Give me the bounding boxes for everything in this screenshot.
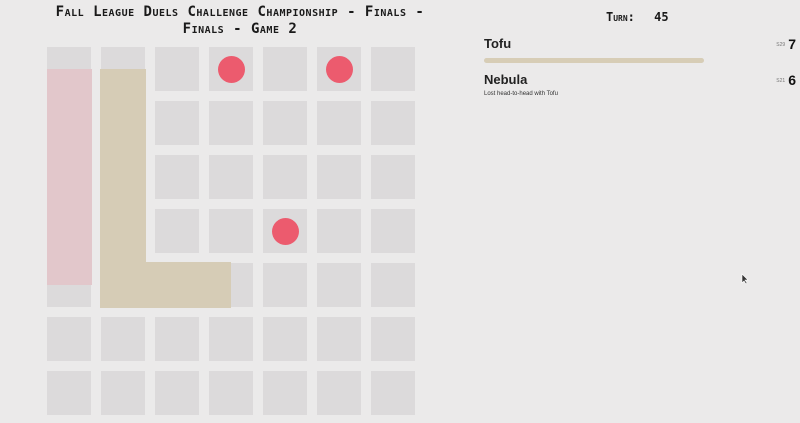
player-length-value: 6: [788, 72, 796, 88]
player-length-value: 7: [788, 36, 796, 52]
health-bar: [484, 58, 704, 63]
player-length-small: S21: [776, 78, 786, 85]
health-bar-fill: [484, 58, 704, 63]
food-pellet: [325, 55, 353, 83]
game-title-line2: Finals - Game 2: [182, 21, 298, 37]
snake-tofu: [100, 69, 231, 308]
turn-value: 45: [654, 10, 669, 24]
game-title-line1: Fall League Duels Challenge Championship…: [55, 4, 425, 20]
game-board: [47, 47, 419, 417]
player-name: Nebula: [484, 72, 528, 87]
turn-label: Turn:: [606, 10, 635, 24]
player-length: S21 6: [776, 72, 796, 88]
player-name: Tofu: [484, 36, 512, 51]
game-title: Fall League Duels Challenge Championship…: [0, 4, 480, 38]
player-length: S29 7: [776, 36, 796, 52]
snake-layer: [47, 69, 231, 308]
mouse-cursor-icon: [741, 273, 749, 285]
player-status: Lost head-to-head with Tofu: [484, 91, 558, 97]
player-card-tofu: Tofu S29 7: [484, 36, 796, 66]
player-length-small: S29: [776, 42, 786, 49]
turn-counter: Turn: 45: [606, 10, 669, 24]
food-pellet: [271, 217, 299, 245]
food-pellet: [217, 55, 245, 83]
player-card-nebula: Nebula S21 6 Lost head-to-head with Tofu: [484, 72, 796, 102]
